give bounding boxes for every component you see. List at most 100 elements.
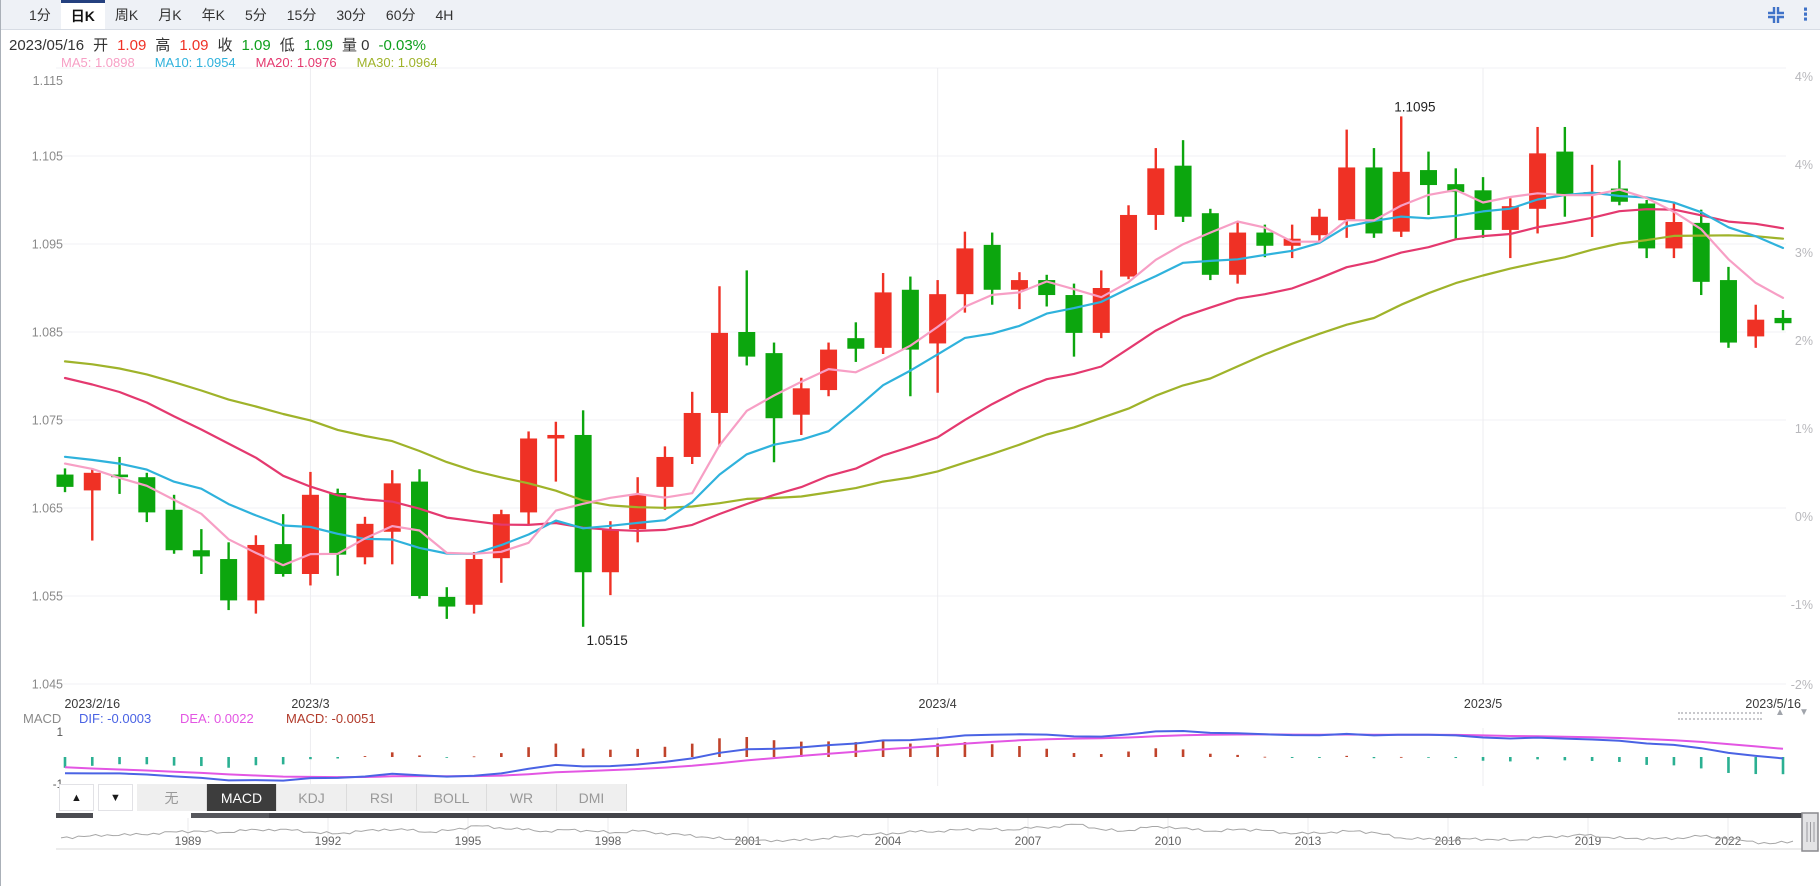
candle[interactable] (1311, 217, 1328, 235)
candle[interactable] (275, 544, 292, 574)
macd-histogram-bar (1236, 755, 1239, 757)
indicator-down-button[interactable]: ▼ (98, 784, 133, 811)
candle[interactable] (466, 559, 483, 605)
navigator-track[interactable] (269, 813, 1802, 818)
candle[interactable] (1556, 152, 1573, 195)
candle-wick (1018, 272, 1020, 309)
price-axis-label: 1.045 (32, 678, 63, 692)
macd-histogram-bar (473, 756, 476, 757)
candle[interactable] (329, 493, 346, 555)
candle[interactable] (929, 294, 946, 343)
macd-histogram-bar (173, 757, 176, 766)
macd-histogram-bar (1400, 757, 1403, 758)
candle[interactable] (738, 332, 755, 357)
macd-histogram-bar (582, 748, 585, 757)
price-axis-label: 1.085 (32, 326, 63, 340)
macd-histogram-bar (1318, 757, 1321, 758)
candle[interactable] (220, 559, 237, 600)
macd-histogram-bar (91, 757, 94, 766)
chart-canvas[interactable]: 1.1154%1.1054%1.0953%1.0852%1.0751%1.065… (1, 0, 1820, 886)
candle[interactable] (138, 477, 155, 512)
candle[interactable] (84, 473, 101, 491)
date-label: 2023/3 (291, 697, 329, 711)
candle[interactable] (384, 483, 401, 531)
candle[interactable] (302, 495, 319, 574)
indicator-tab-WR[interactable]: WR (487, 784, 557, 811)
candle[interactable] (656, 457, 673, 487)
candle[interactable] (793, 388, 810, 414)
candle[interactable] (1202, 213, 1219, 275)
macd-histogram-bar (1564, 757, 1567, 760)
candle[interactable] (875, 292, 892, 347)
candle[interactable] (847, 338, 864, 349)
candle[interactable] (438, 597, 455, 607)
macd-histogram-bar (1618, 757, 1621, 762)
indicator-tab-BOLL[interactable]: BOLL (417, 784, 487, 811)
macd-histogram-bar (1045, 749, 1048, 757)
percent-axis-label: 3% (1795, 246, 1813, 260)
candle[interactable] (956, 248, 973, 294)
macd-histogram-bar (1264, 757, 1267, 758)
candle[interactable] (711, 333, 728, 413)
indicator-tab-MACD[interactable]: MACD (207, 784, 277, 811)
indicator-drag-dots[interactable] (1678, 712, 1762, 720)
indicator-tab-DMI[interactable]: DMI (557, 784, 627, 811)
candle[interactable] (1147, 168, 1164, 215)
candle[interactable] (1256, 233, 1273, 246)
candle[interactable] (547, 435, 564, 439)
indicator-tabbar: ▲▼无MACDKDJRSIBOLLWRDMI (59, 784, 627, 811)
navigator-year-label: 1992 (315, 834, 342, 848)
price-axis-label: 1.065 (32, 502, 63, 516)
indicator-tab-KDJ[interactable]: KDJ (277, 784, 347, 811)
macd-histogram-bar (909, 744, 912, 757)
candle[interactable] (602, 529, 619, 572)
candle[interactable] (1120, 215, 1137, 277)
macd-histogram-bar (118, 757, 121, 764)
navigator-track[interactable] (191, 813, 271, 818)
candle[interactable] (166, 510, 183, 550)
candle[interactable] (1775, 318, 1792, 323)
macd-row-value: MACD (23, 711, 61, 726)
percent-axis-label: -1% (1791, 598, 1813, 612)
candle[interactable] (684, 413, 701, 457)
candle[interactable] (1011, 280, 1028, 290)
macd-histogram-bar (1700, 757, 1703, 768)
candle[interactable] (1229, 233, 1246, 275)
macd-histogram-bar (1155, 748, 1158, 757)
macd-histogram-bar (336, 757, 339, 758)
indicator-up-button[interactable]: ▲ (59, 784, 94, 811)
candle[interactable] (1065, 295, 1082, 333)
candle[interactable] (984, 245, 1001, 290)
indicator-tab-RSI[interactable]: RSI (347, 784, 417, 811)
percent-axis-label: 4% (1795, 70, 1813, 84)
candle[interactable] (1175, 166, 1192, 217)
candle[interactable] (1365, 167, 1382, 233)
macd-histogram-bar (364, 756, 367, 757)
panel-up-arrow-icon[interactable]: ▲ (1775, 707, 1785, 718)
price-axis-label: 1.075 (32, 414, 63, 428)
candle[interactable] (766, 353, 783, 418)
candle[interactable] (1720, 280, 1737, 342)
macd-histogram-bar (691, 744, 694, 757)
macd-value-row: MACDDIF: -0.0003DEA: 0.0022MACD: -0.0051 (1, 711, 1820, 726)
candle[interactable] (193, 550, 210, 556)
macd-histogram-bar (1427, 757, 1430, 758)
macd-histogram-bar (500, 753, 503, 757)
candle[interactable] (1747, 320, 1764, 337)
macd-histogram-bar (1182, 749, 1185, 757)
panel-down-arrow-icon[interactable]: ▼ (1799, 707, 1809, 718)
candle[interactable] (1393, 172, 1410, 232)
indicator-tab-无[interactable]: 无 (137, 784, 207, 811)
low-annotation: 1.0515 (586, 633, 627, 648)
candle[interactable] (1338, 167, 1355, 220)
navigator-year-label: 1989 (175, 834, 202, 848)
candle[interactable] (57, 475, 74, 487)
candle[interactable] (1420, 170, 1437, 185)
date-label: 2023/5/16 (1745, 697, 1801, 711)
macd-histogram-bar (1536, 757, 1539, 759)
navigator-track[interactable] (56, 813, 93, 818)
ma5-line (65, 190, 1783, 566)
candle[interactable] (520, 438, 537, 512)
candle[interactable] (411, 482, 428, 596)
candle[interactable] (1693, 223, 1710, 282)
